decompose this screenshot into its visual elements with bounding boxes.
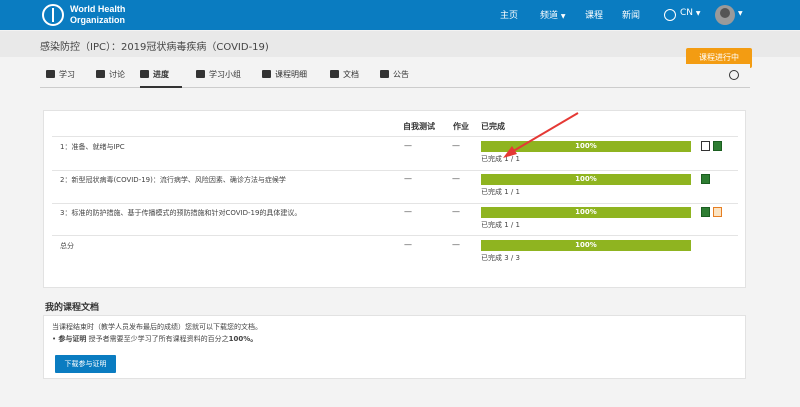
certificate-title: 参与证明 bbox=[58, 335, 87, 343]
certificate-text: 授予者需要至少学习了所有课程资料的百分之 bbox=[86, 335, 229, 343]
documents-note: 当课程结束时（教学人员发布最后的成绩）您就可以下载您的文档。 bbox=[52, 323, 262, 331]
certificate-requirement: • 参与证明 授予者需要至少学习了所有课程资料的百分之100%。 bbox=[52, 335, 258, 343]
download-certificate-button[interactable]: 下载参与证明 bbox=[55, 355, 116, 373]
certificate-percent: 100%。 bbox=[228, 335, 258, 343]
documents-title: 我的课程文档 bbox=[45, 303, 100, 313]
